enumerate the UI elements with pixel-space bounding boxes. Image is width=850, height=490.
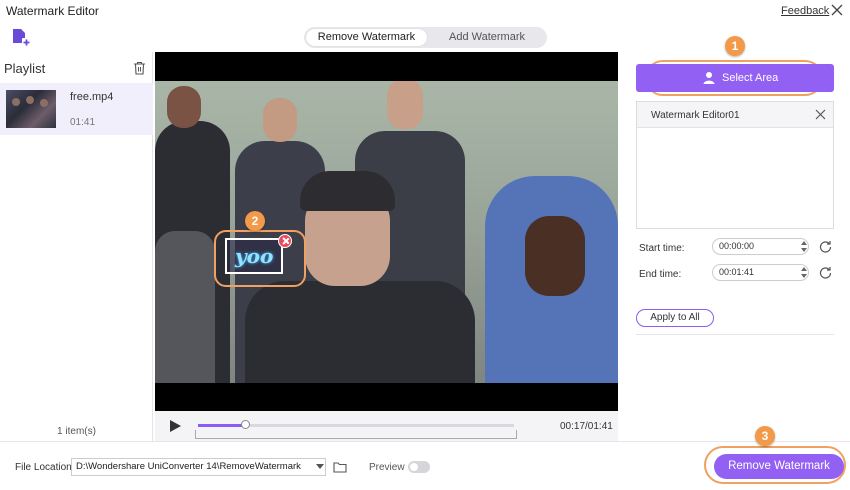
end-time-label: End time: <box>639 269 682 280</box>
time-display: 00:17/01:41 <box>560 421 613 432</box>
select-area-label: Select Area <box>722 72 779 84</box>
folder-icon[interactable] <box>333 461 347 473</box>
divider <box>0 441 850 442</box>
callout-badge-2: 2 <box>245 211 265 231</box>
reset-icon[interactable] <box>819 240 832 253</box>
reset-icon[interactable] <box>819 266 832 279</box>
item-count: 1 item(s) <box>57 426 96 437</box>
video-preview[interactable]: yoo 2 <box>155 52 618 411</box>
chevron-down-icon[interactable] <box>316 464 324 469</box>
play-icon[interactable] <box>170 420 181 432</box>
file-location-label: File Location: <box>15 462 75 473</box>
mode-tabs: Remove Watermark Add Watermark <box>304 27 547 48</box>
tab-remove-watermark[interactable]: Remove Watermark <box>306 29 427 46</box>
playlist-item-duration: 01:41 <box>70 117 96 128</box>
preview-label: Preview <box>369 462 405 473</box>
divider <box>636 334 834 335</box>
video-frame: yoo <box>155 81 618 383</box>
start-time-input[interactable]: 00:00:00 <box>712 238 809 255</box>
player-controls: 00:17/01:41 <box>155 411 618 441</box>
watermark-logo-text: yoo <box>235 244 274 268</box>
end-time-input[interactable]: 00:01:41 <box>712 264 809 281</box>
start-time-label: Start time: <box>639 243 685 254</box>
callout-badge-3: 3 <box>755 426 775 446</box>
video-thumbnail <box>6 90 56 128</box>
watermark-selection-box[interactable]: yoo <box>225 234 292 274</box>
progress-bar[interactable] <box>198 420 514 429</box>
person-icon <box>703 72 715 84</box>
watermark-editor-item[interactable]: Watermark Editor01 <box>637 102 833 128</box>
feedback-link[interactable]: Feedback <box>781 5 829 17</box>
progress-knob[interactable] <box>241 420 251 429</box>
playlist-panel: Playlist free.mp4 01:41 <box>0 52 153 441</box>
select-area-button[interactable]: Select Area <box>636 64 834 92</box>
playlist-item[interactable]: free.mp4 01:41 <box>0 83 153 135</box>
window-title: Watermark Editor <box>6 4 99 18</box>
watermark-editor-list: Watermark Editor01 <box>636 101 834 229</box>
trash-icon[interactable] <box>133 61 146 75</box>
preview-toggle[interactable] <box>408 461 430 473</box>
end-time-stepper[interactable] <box>800 264 808 281</box>
callout-badge-1: 1 <box>725 36 745 56</box>
add-file-icon[interactable] <box>10 28 32 48</box>
trim-range[interactable] <box>195 430 517 439</box>
remove-watermark-button[interactable]: Remove Watermark <box>714 454 844 479</box>
close-icon[interactable] <box>830 3 844 17</box>
apply-to-all-button[interactable]: Apply to All <box>636 309 714 327</box>
title-bar: Watermark Editor Feedback <box>0 0 850 22</box>
close-icon[interactable] <box>815 109 826 120</box>
progress-fill <box>198 424 246 427</box>
tab-add-watermark[interactable]: Add Watermark <box>429 29 545 46</box>
playlist-item-name: free.mp4 <box>70 91 114 103</box>
start-time-stepper[interactable] <box>800 238 808 255</box>
remove-selection-icon[interactable] <box>278 234 292 248</box>
playlist-title: Playlist <box>4 61 46 76</box>
watermark-editor-name: Watermark Editor01 <box>651 110 740 121</box>
file-location-select[interactable]: D:\Wondershare UniConverter 14\RemoveWat… <box>71 458 326 476</box>
